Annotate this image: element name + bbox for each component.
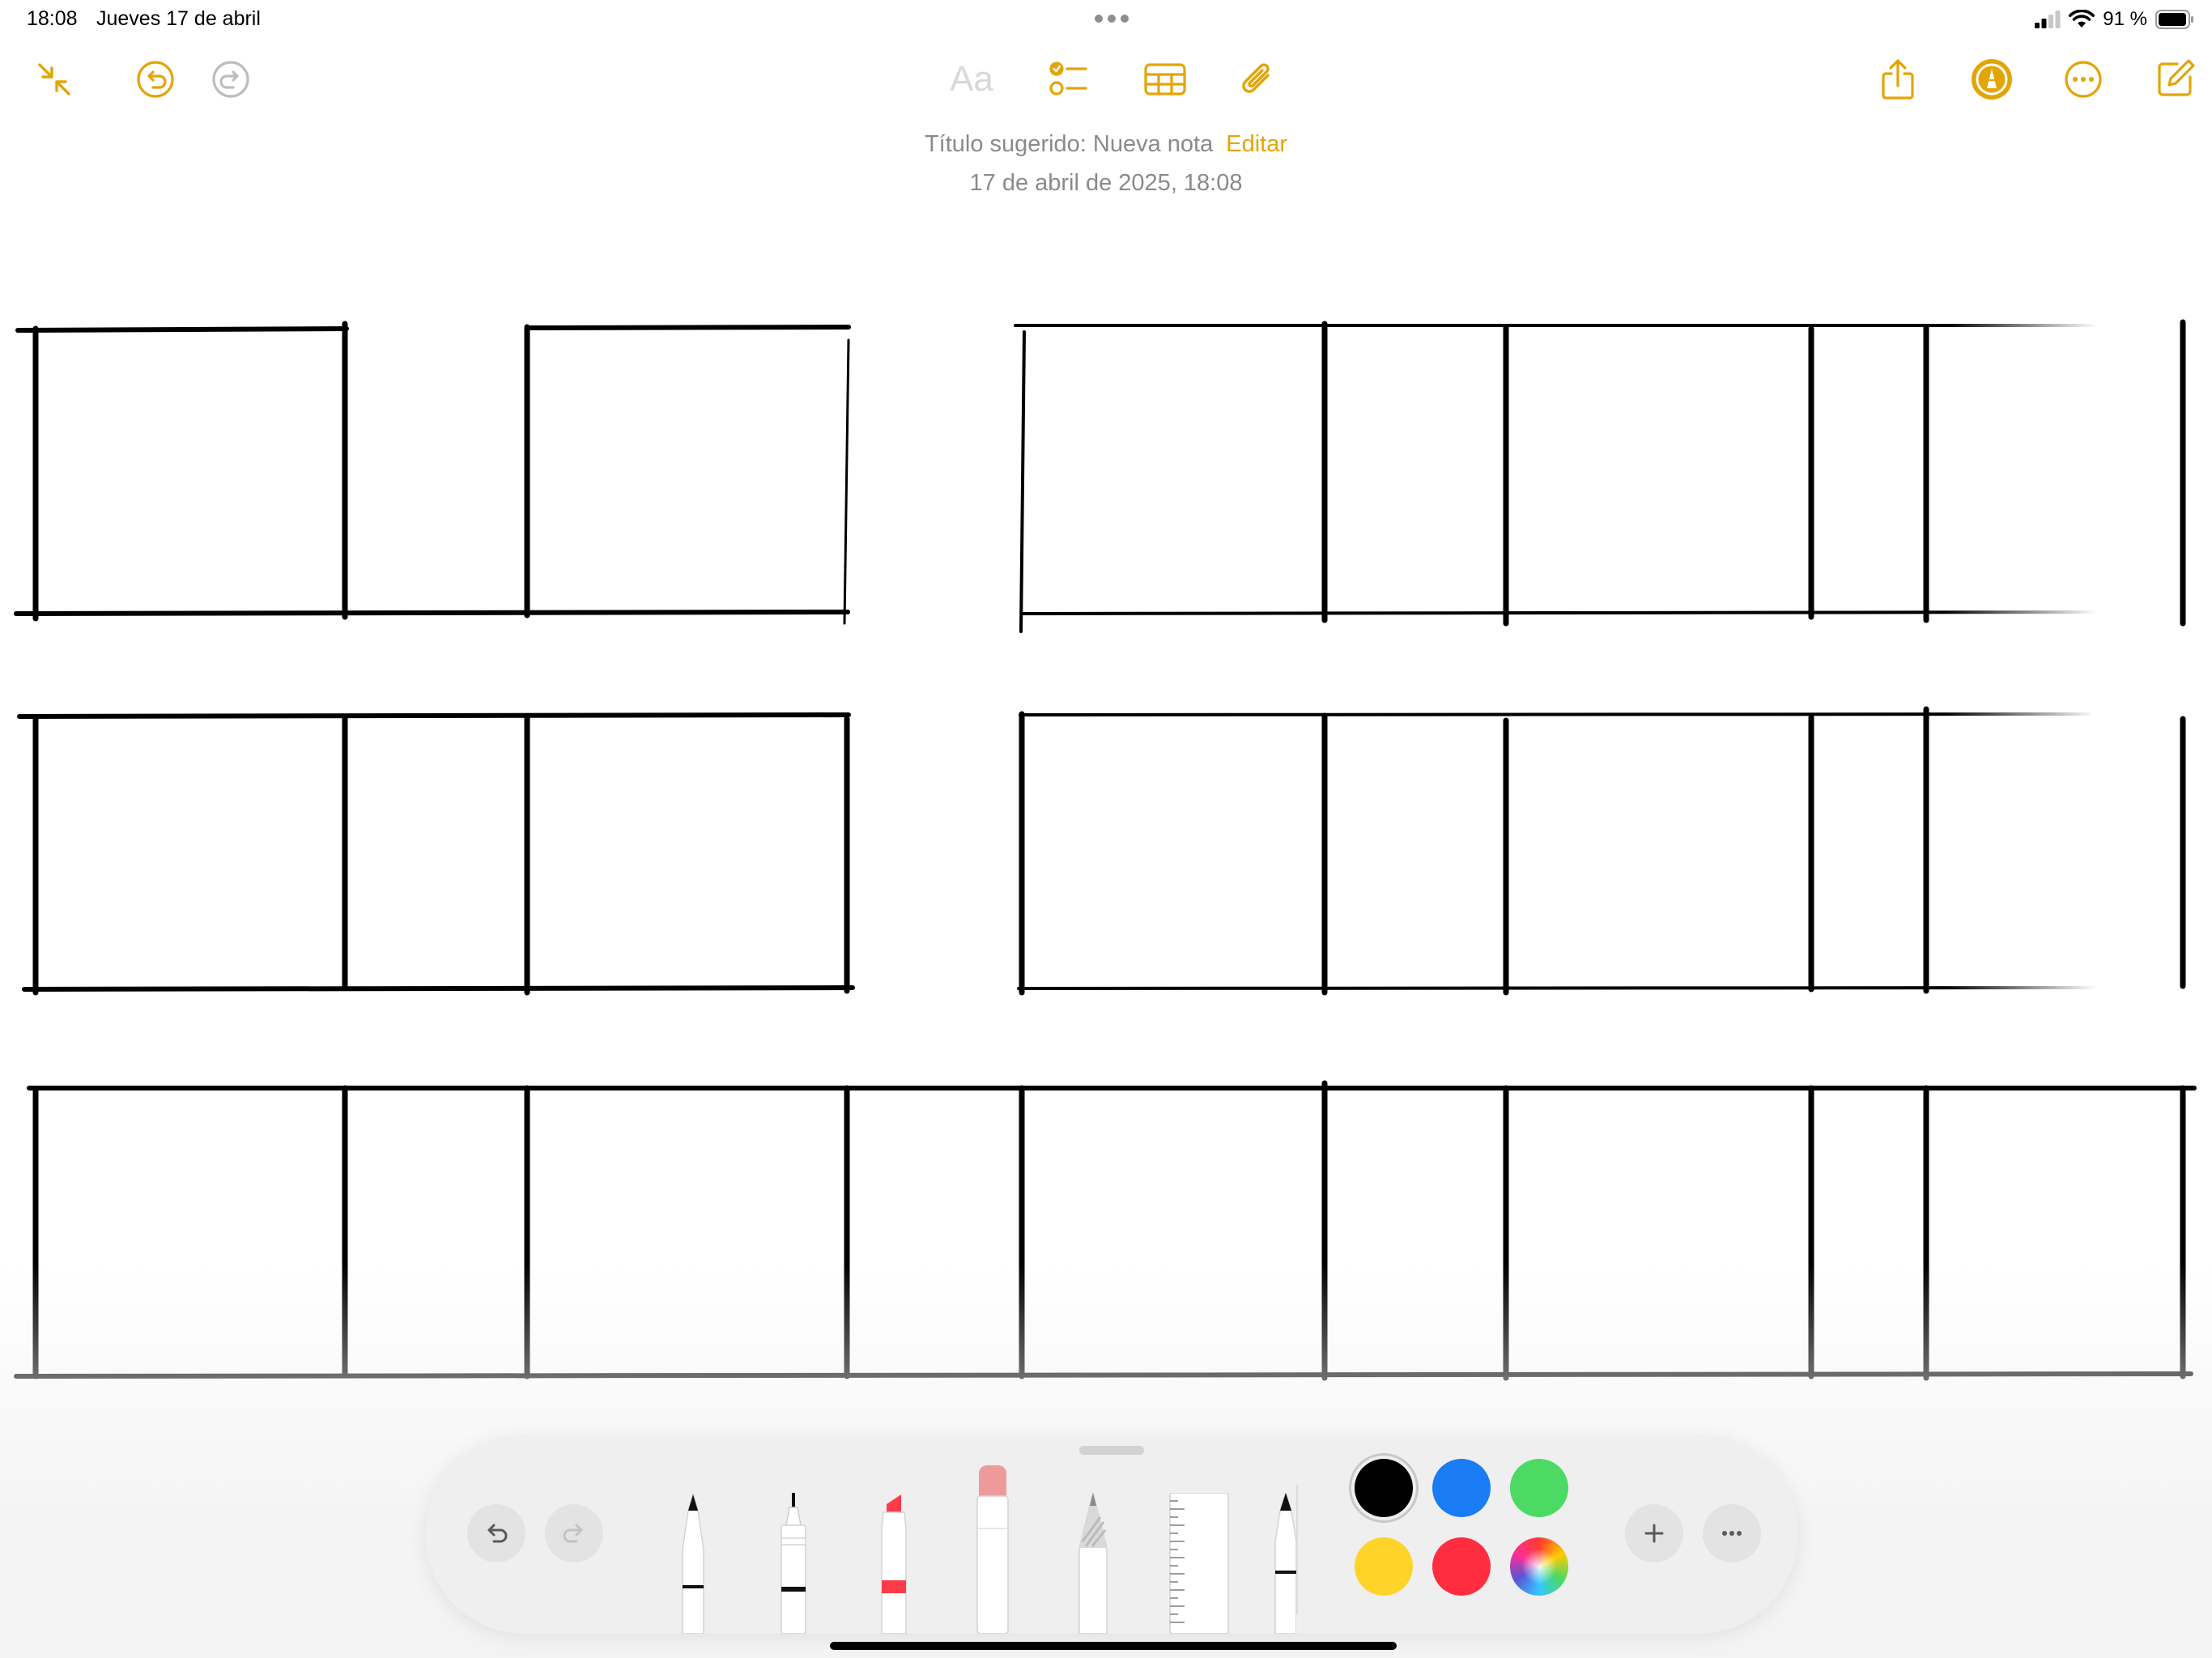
home-indicator[interactable] [830,1642,1397,1650]
format-label: Aa [950,59,993,99]
checklist-icon [1049,62,1087,96]
redo-button[interactable] [201,49,261,109]
battery-percentage: 91 % [2103,8,2147,30]
drawing-row2-right [1017,706,2186,996]
attachment-icon [1242,63,1270,93]
status-time: 18:08 [27,7,78,30]
undo-icon [137,61,174,98]
palette-divider [1296,1485,1298,1614]
color-swatch-green[interactable] [1510,1459,1568,1517]
drawing-row2-left [17,712,855,996]
ruler-tool[interactable] [1167,1493,1231,1634]
palette-grabber[interactable] [1079,1446,1144,1455]
suggested-title: Título sugerido: Nueva nota [924,131,1214,157]
share-button[interactable] [1868,49,1928,109]
attachment-button[interactable] [1227,49,1287,109]
multitasking-dots-icon[interactable] [1093,13,1130,24]
table-button[interactable] [1135,49,1195,109]
more-icon [2065,61,2102,98]
eraser-tool[interactable] [971,1464,1015,1634]
pencil-tool[interactable] [1071,1493,1115,1634]
pen-tool[interactable] [671,1493,715,1634]
undo-icon [487,1524,508,1543]
markup-palette [425,1435,1798,1634]
color-swatch-red[interactable] [1432,1537,1491,1596]
share-icon [1882,59,1914,100]
compose-icon [2158,59,2195,96]
cellular-signal-icon [2035,11,2061,28]
color-swatch-blue[interactable] [1432,1459,1491,1517]
drawing-row1-right [1014,319,2186,633]
palette-more-button[interactable] [1703,1504,1761,1562]
markup-button[interactable] [1962,49,2022,109]
edit-title-link[interactable]: Editar [1226,131,1287,157]
color-swatch-yellow[interactable] [1355,1537,1413,1596]
undo-button[interactable] [125,49,185,109]
more-button[interactable] [2053,49,2113,109]
table-icon [1144,63,1186,96]
wifi-icon [2069,10,2095,28]
drawing-canvas[interactable] [0,300,2212,1409]
fineliner-tool[interactable] [772,1493,815,1634]
compose-button[interactable] [2145,49,2205,109]
suggested-title-row: Título sugerido: Nueva nota Editar [0,131,2212,158]
add-tool-button[interactable] [1625,1504,1683,1562]
ellipsis-icon [1722,1531,1742,1536]
checklist-button[interactable] [1039,49,1099,109]
palette-undo-button[interactable] [467,1504,525,1562]
format-button[interactable]: Aa [942,49,1002,109]
note-timestamp: 17 de abril de 2025, 18:08 [969,170,1243,196]
status-indicators: 91 % [2035,6,2194,32]
palette-redo-button[interactable] [545,1504,603,1562]
plus-icon [1644,1524,1664,1543]
collapse-button[interactable] [24,49,84,109]
redo-icon [563,1524,583,1543]
color-swatch-black[interactable] [1355,1459,1413,1517]
battery-icon [2155,10,2193,29]
status-date: Jueves 17 de abril [96,7,261,30]
redo-icon [212,61,249,98]
collapse-icon [38,63,70,96]
marker-tool[interactable] [872,1493,916,1634]
fountain-pen-tool[interactable] [1259,1493,1296,1634]
color-wheel-icon[interactable] [1510,1537,1568,1596]
status-bar: 18:08 Jueves 17 de abril 91 % [0,0,2212,40]
markup-icon [1972,59,2012,100]
drawing-row1-left [14,321,851,625]
